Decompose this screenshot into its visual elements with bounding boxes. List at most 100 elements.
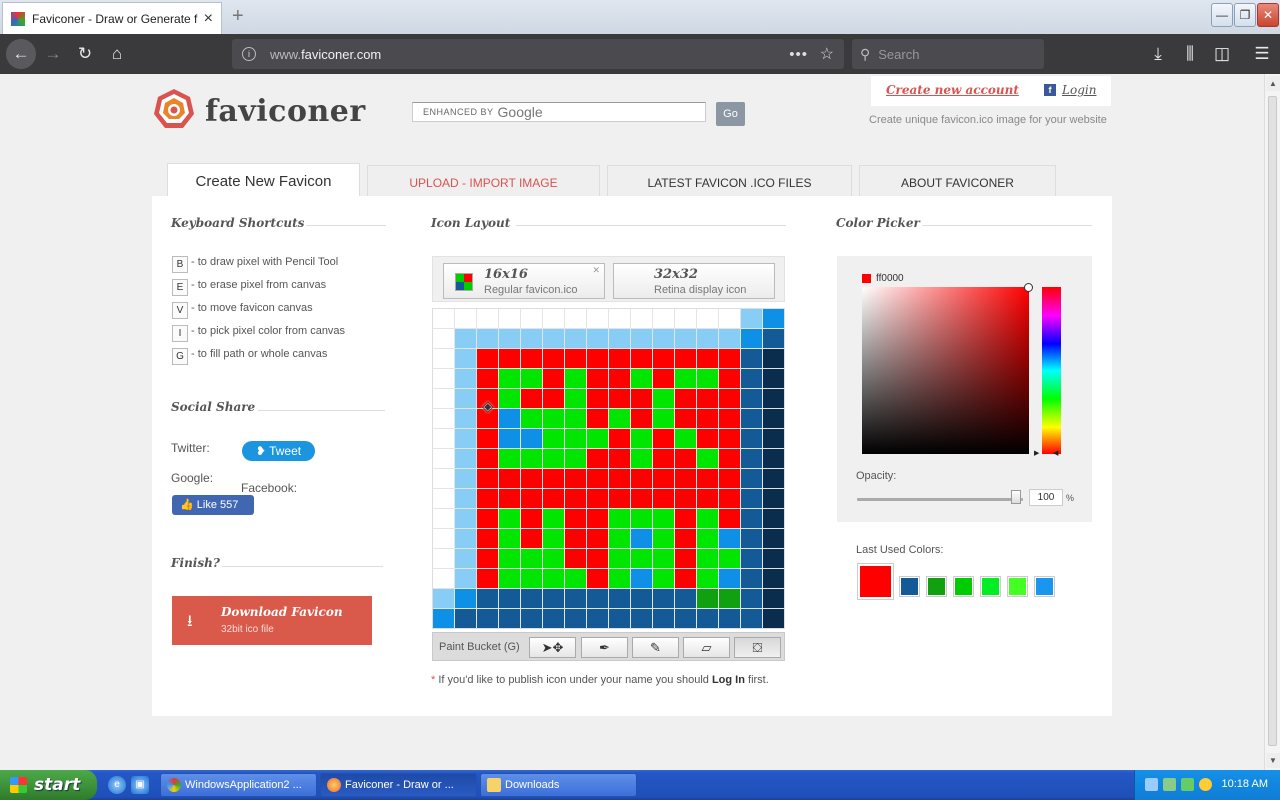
pixel-cell[interactable] xyxy=(477,349,498,368)
opacity-slider-thumb[interactable] xyxy=(1011,490,1021,504)
pixel-cell[interactable] xyxy=(433,389,454,408)
pixel-cell[interactable] xyxy=(741,429,762,448)
pixel-cell[interactable] xyxy=(543,449,564,468)
pixel-cell[interactable] xyxy=(543,609,564,628)
pixel-cell[interactable] xyxy=(477,489,498,508)
pixel-cell[interactable] xyxy=(741,329,762,348)
pixel-cell[interactable] xyxy=(697,529,718,548)
pixel-cell[interactable] xyxy=(609,589,630,608)
close-tab-icon[interactable]: × xyxy=(204,10,213,28)
pixel-cell[interactable] xyxy=(631,349,652,368)
opacity-slider-track[interactable] xyxy=(857,498,1023,501)
pixel-cell[interactable] xyxy=(565,429,586,448)
pixel-cell[interactable] xyxy=(455,609,476,628)
pixel-cell[interactable] xyxy=(499,389,520,408)
info-icon[interactable]: i xyxy=(242,47,256,61)
pixel-cell[interactable] xyxy=(433,509,454,528)
network-tray-icon[interactable] xyxy=(1145,778,1158,791)
pixel-cell[interactable] xyxy=(587,309,608,328)
pixel-cell[interactable] xyxy=(653,589,674,608)
pixel-cell[interactable] xyxy=(631,389,652,408)
pixel-cell[interactable] xyxy=(521,569,542,588)
pixel-cell[interactable] xyxy=(719,449,740,468)
size-option-16[interactable]: 16x16 Regular favicon.ico ✕ xyxy=(443,263,605,299)
pixel-cell[interactable] xyxy=(521,309,542,328)
saturation-value-area[interactable] xyxy=(862,287,1029,454)
pixel-cell[interactable] xyxy=(587,509,608,528)
pixel-cell[interactable] xyxy=(477,589,498,608)
pixel-cell[interactable] xyxy=(521,449,542,468)
pixel-cell[interactable] xyxy=(631,569,652,588)
pixel-cell[interactable] xyxy=(455,569,476,588)
pixel-cell[interactable] xyxy=(455,309,476,328)
reload-button[interactable]: ↻ xyxy=(72,42,98,66)
pixel-cell[interactable] xyxy=(697,509,718,528)
pixel-cell[interactable] xyxy=(477,329,498,348)
pixel-cell[interactable] xyxy=(675,369,696,388)
pixel-cell[interactable] xyxy=(521,509,542,528)
pixel-cell[interactable] xyxy=(521,329,542,348)
pixel-cell[interactable] xyxy=(565,489,586,508)
pixel-cell[interactable] xyxy=(763,389,784,408)
tab-latest-favicons[interactable]: LATEST FAVICON .ICO FILES xyxy=(607,165,852,197)
pixel-cell[interactable] xyxy=(609,329,630,348)
pixel-cell[interactable] xyxy=(609,349,630,368)
pixel-cell[interactable] xyxy=(631,609,652,628)
pixel-cell[interactable] xyxy=(763,569,784,588)
search-go-button[interactable]: Go xyxy=(716,102,745,126)
scrollbar-thumb[interactable] xyxy=(1268,96,1277,746)
pixel-cell[interactable] xyxy=(741,509,762,528)
pixel-cell[interactable] xyxy=(609,449,630,468)
pixel-cell[interactable] xyxy=(499,549,520,568)
pixel-cell[interactable] xyxy=(697,409,718,428)
pixel-cell[interactable] xyxy=(675,329,696,348)
pixel-cell[interactable] xyxy=(763,369,784,388)
page-actions-icon[interactable]: ••• xyxy=(789,46,808,63)
pixel-cell[interactable] xyxy=(609,509,630,528)
pixel-cell[interactable] xyxy=(763,429,784,448)
pixel-cell[interactable] xyxy=(653,369,674,388)
scroll-down-arrow-icon[interactable]: ▼ xyxy=(1266,753,1280,768)
pixel-cell[interactable] xyxy=(565,509,586,528)
pixel-cell[interactable] xyxy=(433,429,454,448)
pixel-cell[interactable] xyxy=(455,549,476,568)
taskbar-item-windowsapplication2[interactable]: WindowsApplication2 ... xyxy=(160,773,317,797)
start-button[interactable]: start xyxy=(0,770,97,800)
pixel-cell[interactable] xyxy=(543,329,564,348)
pixel-cell[interactable] xyxy=(455,589,476,608)
pixel-cell[interactable] xyxy=(433,349,454,368)
pixel-cell[interactable] xyxy=(653,469,674,488)
pixel-cell[interactable] xyxy=(565,309,586,328)
url-bar[interactable]: i www. faviconer.com ••• ☆ xyxy=(232,39,844,69)
pixel-cell[interactable] xyxy=(741,409,762,428)
pixel-cell[interactable] xyxy=(609,569,630,588)
pixel-cell[interactable] xyxy=(719,489,740,508)
pixel-cell[interactable] xyxy=(521,589,542,608)
pencil-tool-button[interactable]: ✎ xyxy=(632,637,679,658)
scroll-up-arrow-icon[interactable]: ▲ xyxy=(1266,76,1280,91)
pixel-cell[interactable] xyxy=(631,429,652,448)
pixel-cell[interactable] xyxy=(587,569,608,588)
pixel-cell[interactable] xyxy=(697,549,718,568)
pixel-cell[interactable] xyxy=(587,469,608,488)
site-search-input[interactable]: ENHANCED BY Google xyxy=(412,102,706,122)
pixel-cell[interactable] xyxy=(433,489,454,508)
pixel-cell[interactable] xyxy=(763,449,784,468)
create-account-link[interactable]: Create new account xyxy=(886,83,1019,97)
pixel-cell[interactable] xyxy=(741,529,762,548)
pixel-cell[interactable] xyxy=(741,589,762,608)
last-used-swatch[interactable] xyxy=(980,576,1001,597)
sidebar-icon[interactable]: ◫ xyxy=(1209,42,1235,66)
pixel-cell[interactable] xyxy=(433,569,454,588)
pixel-cell[interactable] xyxy=(521,609,542,628)
pixel-cell[interactable] xyxy=(499,489,520,508)
pixel-cell[interactable] xyxy=(719,389,740,408)
tab-create-new-favicon[interactable]: Create New Favicon xyxy=(167,163,360,197)
pixel-cell[interactable] xyxy=(587,589,608,608)
pixel-cell[interactable] xyxy=(455,489,476,508)
pixel-cell[interactable] xyxy=(565,609,586,628)
pixel-cell[interactable] xyxy=(719,329,740,348)
ie-quicklaunch-icon[interactable]: e xyxy=(108,776,126,794)
last-used-color-primary[interactable] xyxy=(857,563,894,600)
pixel-cell[interactable] xyxy=(477,549,498,568)
